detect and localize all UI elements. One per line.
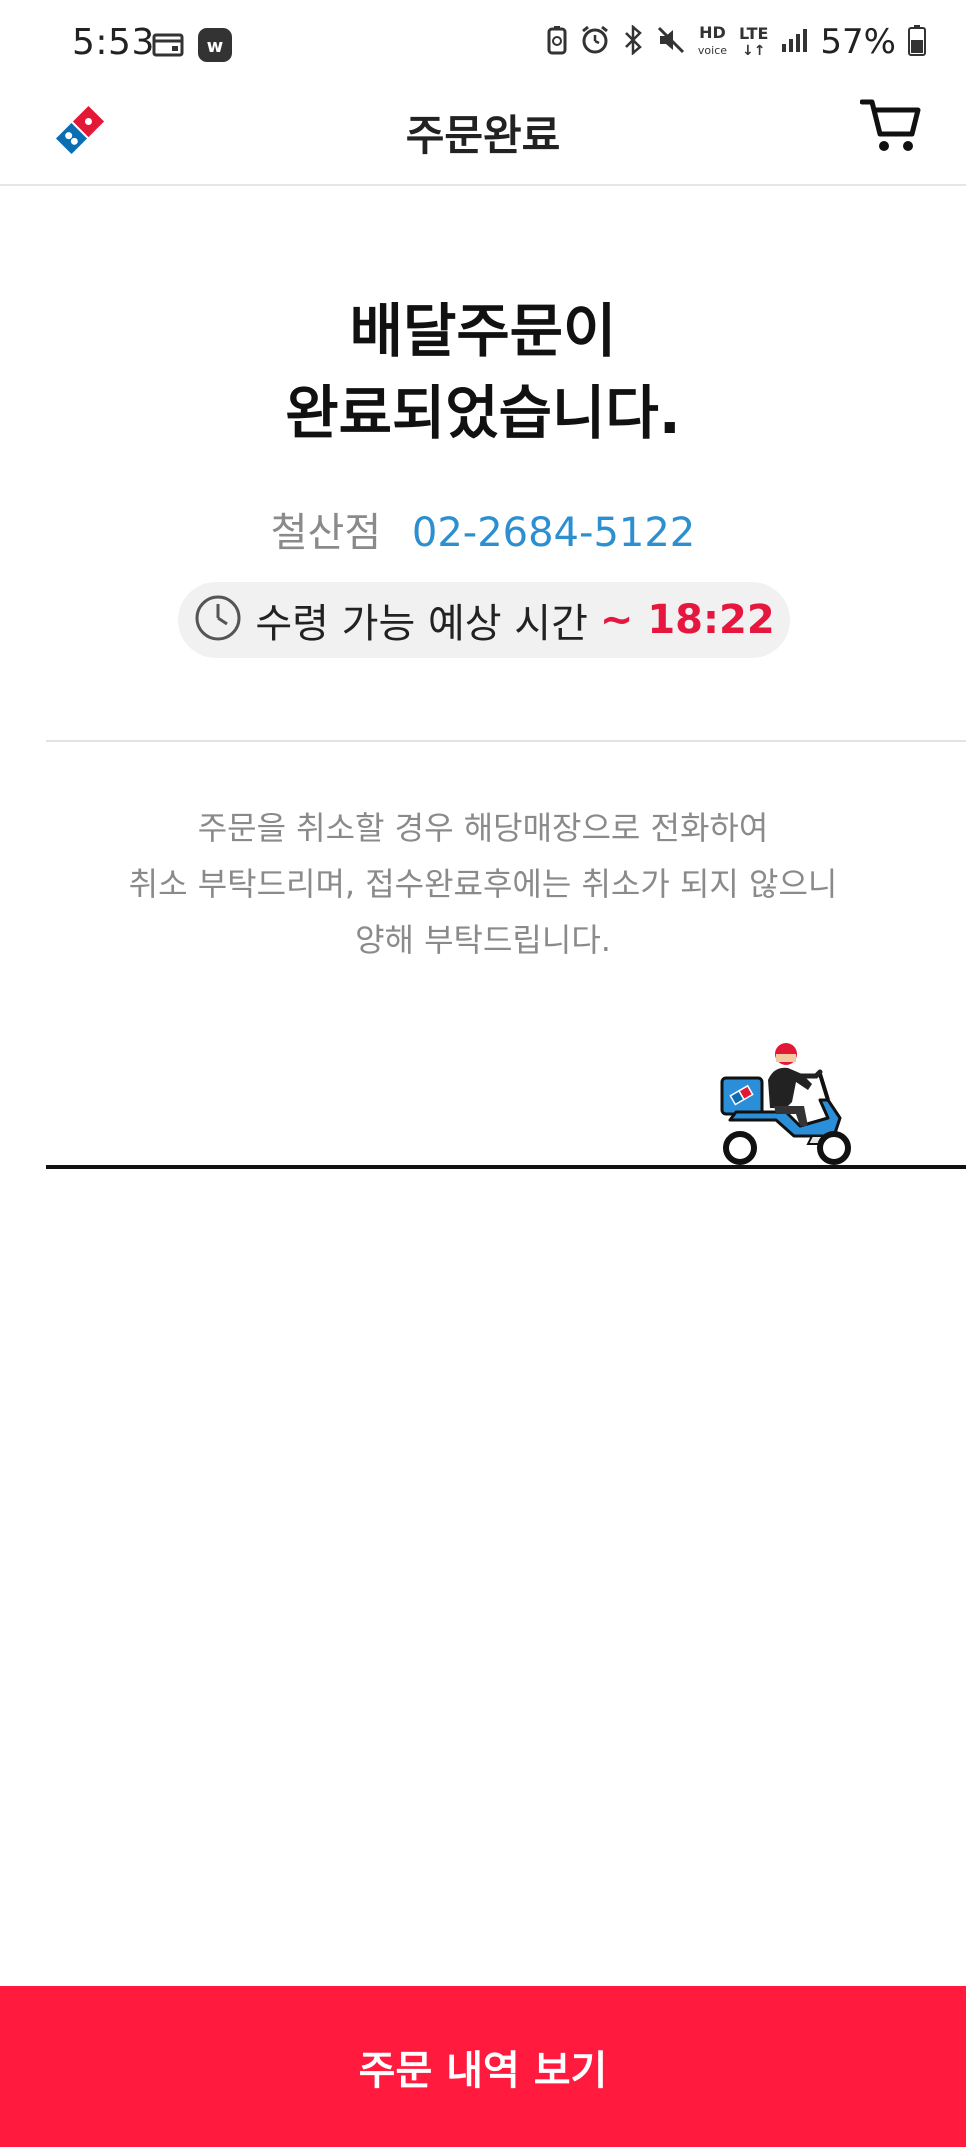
delivery-scooter-icon	[716, 1040, 862, 1170]
order-complete-headline: 배달주문이 완료되었습니다.	[0, 290, 966, 454]
road-line	[46, 1165, 966, 1169]
store-name: 철산점	[270, 510, 382, 556]
notice-line-3: 양해 부탁드립니다.	[355, 921, 611, 959]
bluetooth-icon	[622, 24, 644, 59]
view-order-history-button[interactable]: 주문 내역 보기	[0, 1986, 966, 2147]
status-left-icons: w	[152, 28, 232, 66]
notice-line-1: 주문을 취소할 경우 해당매장으로 전화하여	[197, 809, 769, 847]
eta-label: 수령 가능 예상 시간	[255, 601, 588, 647]
network-label: LTE	[739, 23, 769, 43]
app-header: 주문완료	[0, 88, 966, 186]
page-title: 주문완료	[405, 111, 561, 160]
voice-label: voice	[697, 44, 728, 57]
status-time: 5:53	[72, 22, 155, 63]
cart-icon[interactable]	[859, 98, 922, 154]
svg-text:w: w	[207, 36, 224, 57]
battery-icon	[908, 24, 926, 60]
battery-percent: 57%	[820, 22, 896, 62]
hd-label: HD	[699, 23, 726, 42]
battery-saver-icon	[546, 25, 568, 59]
headline-line-1: 배달주문이	[349, 297, 617, 365]
eta-time: ~ 18:22	[599, 597, 775, 643]
order-complete-screen: 5:53 w HD voice LTE ↓↑ 57% 주문완료 배달주문이 완료…	[0, 0, 966, 2147]
store-info: 철산점 02-2684-5122	[0, 500, 966, 558]
divider	[46, 740, 966, 742]
status-bar: 5:53 w HD voice LTE ↓↑ 57%	[0, 0, 966, 88]
mute-icon	[656, 25, 686, 59]
card-icon	[152, 31, 184, 63]
store-phone-link[interactable]: 02-2684-5122	[412, 510, 695, 556]
w-app-icon: w	[198, 28, 232, 66]
cancel-notice: 주문을 취소할 경우 해당매장으로 전화하여 취소 부탁드리며, 접수완료후에는…	[60, 800, 906, 968]
headline-line-2: 완료되었습니다.	[285, 379, 681, 447]
lte-indicator: LTE ↓↑	[739, 23, 769, 59]
hd-voice-indicator: HD voice	[698, 25, 727, 59]
notice-line-2: 취소 부탁드리며, 접수완료후에는 취소가 되지 않으니	[128, 865, 838, 903]
data-arrows-icon: ↓↑	[741, 42, 766, 59]
signal-icon	[780, 26, 808, 58]
alarm-icon	[580, 25, 610, 59]
clock-icon	[193, 593, 243, 647]
status-right-icons: HD voice LTE ↓↑ 57%	[546, 22, 926, 62]
eta-badge: 수령 가능 예상 시간 ~ 18:22	[178, 582, 790, 658]
